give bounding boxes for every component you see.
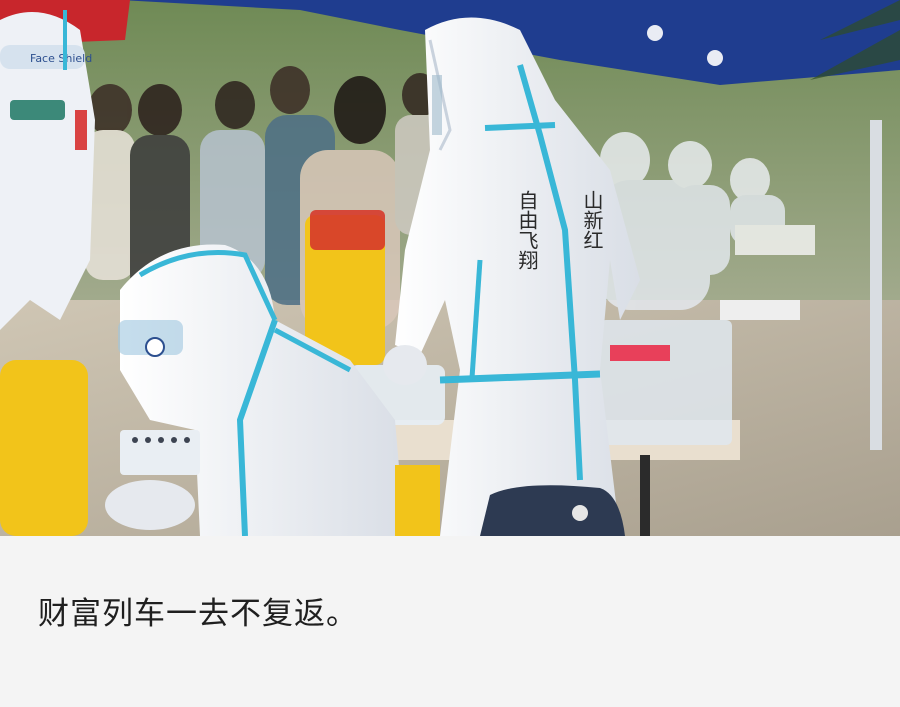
plastic-box: [600, 320, 732, 445]
shield-logo: [145, 337, 165, 357]
glove-front: [105, 480, 195, 530]
photo: 自由飞翔 山新红 Face Shield: [0, 0, 900, 536]
box-item: [610, 345, 670, 361]
face-shield: [432, 75, 442, 135]
chair-sign: [310, 210, 385, 250]
sample-rack: [120, 430, 200, 475]
tent-light: [647, 25, 663, 41]
face-shield-label: Face Shield: [30, 52, 92, 65]
chair-back: [480, 485, 625, 536]
tent-light: [707, 50, 723, 66]
chair-screw: [572, 505, 588, 521]
table-leg: [640, 455, 650, 536]
suit-text-left: 自由飞翔: [515, 190, 539, 270]
yellow-box: [395, 465, 440, 536]
suit-text-right: 山新红: [580, 190, 604, 250]
caption-panel: 财富列车一去不复返。: [0, 536, 900, 707]
yellow-bin: [0, 360, 88, 536]
tent-pole: [870, 120, 882, 450]
mask: [10, 100, 65, 120]
table-far: [720, 300, 800, 320]
badge: [75, 110, 87, 150]
caption-text: 财富列车一去不复返。: [38, 596, 358, 632]
glove: [383, 345, 427, 385]
photo-illustration: 自由飞翔 山新红 Face Shield: [0, 0, 900, 536]
